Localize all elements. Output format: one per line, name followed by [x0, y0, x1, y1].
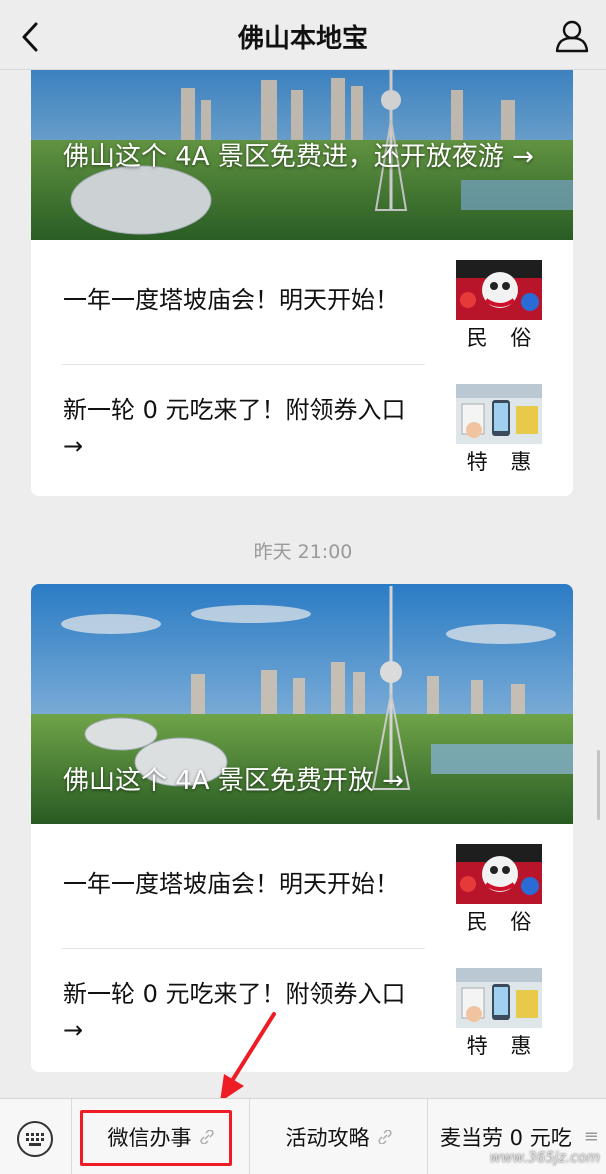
lion-dance-thumbnail: [456, 260, 542, 320]
nav-bar: 佛山本地宝: [0, 0, 606, 70]
thumbnail: 特 惠: [456, 384, 542, 474]
category-tag: 特 惠: [466, 450, 540, 474]
cover-title: 佛山这个 4A 景区免费开放 →: [63, 766, 404, 796]
category-tag: 特 惠: [466, 1034, 540, 1058]
page-title: 佛山本地宝: [237, 24, 368, 54]
profile-icon[interactable]: [554, 18, 590, 54]
list-item[interactable]: 一年一度塔坡庙会！明天开始！ 民 俗: [31, 240, 573, 364]
menu-item-label: 麦当劳 0 元吃: [440, 1125, 572, 1150]
menu-item-label: 活动攻略: [285, 1125, 370, 1150]
menu-item-label: 微信办事: [107, 1125, 192, 1150]
menu-item-activities[interactable]: 活动攻略: [250, 1098, 428, 1174]
keyboard-toggle-button[interactable]: [0, 1098, 72, 1174]
list-item[interactable]: 新一轮 0 元吃来了！附领券入口 → 特 惠: [31, 364, 573, 488]
link-icon: [199, 1129, 214, 1144]
category-tag: 民 俗: [466, 910, 540, 934]
cover-title: 佛山这个 4A 景区免费进，还开放夜游 →: [63, 142, 534, 172]
thumbnail: 民 俗: [456, 844, 542, 934]
watermark: www.365jz.com: [489, 1150, 600, 1166]
scrollbar[interactable]: [597, 750, 600, 820]
list-item[interactable]: 新一轮 0 元吃来了！附领券入口 → 特 惠: [31, 948, 573, 1072]
annotation-arrow-icon: [220, 1012, 276, 1102]
article-card: 佛山这个 4A 景区免费进，还开放夜游 → 一年一度塔坡庙会！明天开始！ 民 俗: [31, 70, 573, 496]
cover-article[interactable]: 佛山这个 4A 景区免费进，还开放夜游 →: [31, 70, 573, 240]
link-icon: [377, 1129, 392, 1144]
coupon-thumbnail: [456, 968, 542, 1028]
lion-dance-thumbnail: [456, 844, 542, 904]
message-feed[interactable]: 佛山这个 4A 景区免费进，还开放夜游 → 一年一度塔坡庙会！明天开始！ 民 俗: [0, 70, 606, 1098]
submenu-icon: ≡: [583, 1126, 599, 1147]
list-item[interactable]: 一年一度塔坡庙会！明天开始！ 民 俗: [31, 824, 573, 948]
cover-article[interactable]: 佛山这个 4A 景区免费开放 →: [31, 584, 573, 824]
thumbnail: 特 惠: [456, 968, 542, 1058]
keyboard-icon: [17, 1120, 53, 1157]
list-item-title: 新一轮 0 元吃来了！附领券入口 →: [63, 396, 406, 460]
article-card: 佛山这个 4A 景区免费开放 → 一年一度塔坡庙会！明天开始！ 民 俗 新一轮 …: [31, 584, 573, 1072]
category-tag: 民 俗: [466, 326, 540, 350]
thumbnail: 民 俗: [456, 260, 542, 350]
coupon-thumbnail: [456, 384, 542, 444]
message-timestamp: 昨天 21:00: [253, 541, 353, 563]
menu-item-wechat-service[interactable]: 微信办事: [72, 1098, 250, 1174]
list-item-title: 一年一度塔坡庙会！明天开始！: [63, 286, 399, 314]
list-item-title: 一年一度塔坡庙会！明天开始！: [63, 870, 399, 898]
